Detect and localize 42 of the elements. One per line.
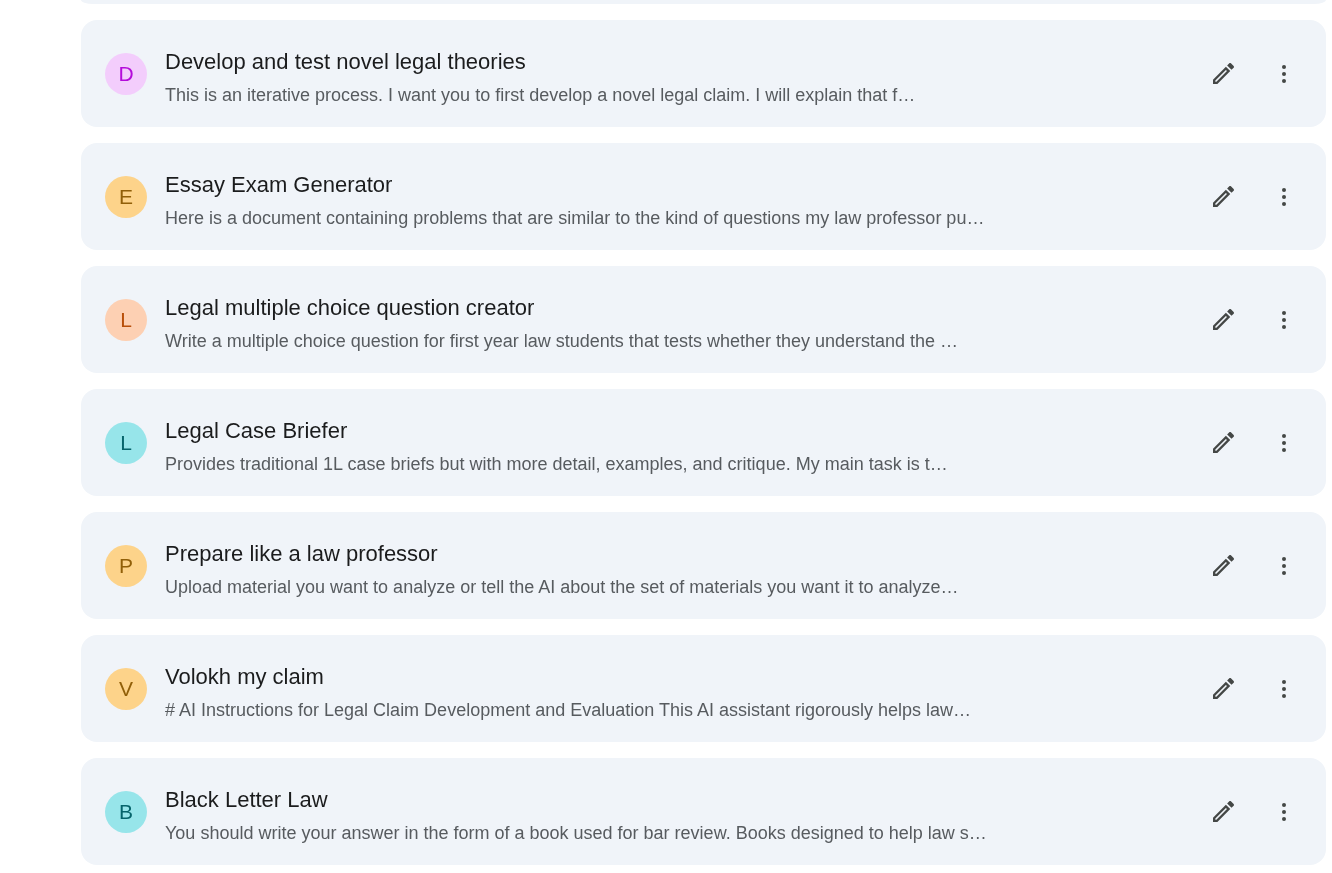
avatar: L [105,298,147,341]
gem-title: Essay Exam Generator [165,171,394,199]
gem-card[interactable]: V Volokh my claim # AI Instructions for Legal Claim Development and Evaluation This AI assistant rigorously helps law… [81,635,1326,742]
avatar: B [105,790,147,833]
gem-description: # AI Instructions for Legal Claim Development and Evaluation This AI assistant rigorously helps law… [165,699,973,722]
gem-title: Black Letter Law [165,786,329,814]
avatar: P [105,544,147,587]
gem-description: Here is a document containing problems that are similar to the kind of questions my law professor pu… [165,207,986,230]
pencil-icon [1212,63,1234,84]
gem-card[interactable]: B Black Letter Law You should write your answer in the form of a book used for bar review. Books designed to help law s… [81,758,1326,865]
gem-card[interactable]: P Prepare like a law professor Upload material you want to analyze or tell the AI about the set of materials you want it to analyze… [81,512,1326,619]
avatar: L [105,421,147,464]
more-vertical-icon [1282,433,1286,452]
more-vertical-icon [1282,802,1286,821]
gem-title: Legal Case Briefer [165,417,349,445]
more-vertical-icon [1282,64,1286,83]
gem-description: This is an iterative process. I want you to first develop a novel legal claim. I will explain that f… [165,84,917,107]
pencil-icon [1212,555,1234,576]
avatar: V [105,667,147,710]
gem-description: You should write your answer in the form of a book used for bar review. Books designed to help law s… [165,822,988,845]
more-vertical-icon [1282,310,1286,329]
more-vertical-icon [1282,187,1286,206]
gem-description: Upload material you want to analyze or tell the AI about the set of materials you want it to analyze… [165,576,960,599]
more-vertical-icon [1282,556,1286,575]
pencil-icon [1212,309,1234,330]
pencil-icon [1212,432,1234,453]
pencil-icon [1212,186,1234,207]
gem-title: Volokh my claim [165,663,325,691]
pencil-icon [1212,678,1234,699]
gem-title: Develop and test novel legal theories [165,48,527,76]
more-vertical-icon [1282,679,1286,698]
pencil-icon [1212,801,1234,822]
avatar: E [105,175,147,218]
gem-card[interactable]: D Develop and test novel legal theories This is an iterative process. I want you to first develop a novel legal claim. I will explain that f… [81,20,1326,127]
gem-title: Legal multiple choice question creator [165,294,536,322]
gem-description: Provides traditional 1L case briefs but with more detail, examples, and critique. My main task is t… [165,453,949,476]
gem-card[interactable]: L Legal Case Briefer Provides traditional 1L case briefs but with more detail, examples, and critique. My main task is t… [81,389,1326,496]
gem-card[interactable]: L Legal multiple choice question creator Write a multiple choice question for first year law students that tests whether they understand the … [81,266,1326,373]
avatar: D [105,52,147,95]
gem-title: Prepare like a law professor [165,540,439,568]
gem-card[interactable]: E Essay Exam Generator Here is a document containing problems that are similar to the kind of questions my law professor pu… [81,143,1326,250]
gem-description: Write a multiple choice question for first year law students that tests whether they understand the … [165,330,960,353]
